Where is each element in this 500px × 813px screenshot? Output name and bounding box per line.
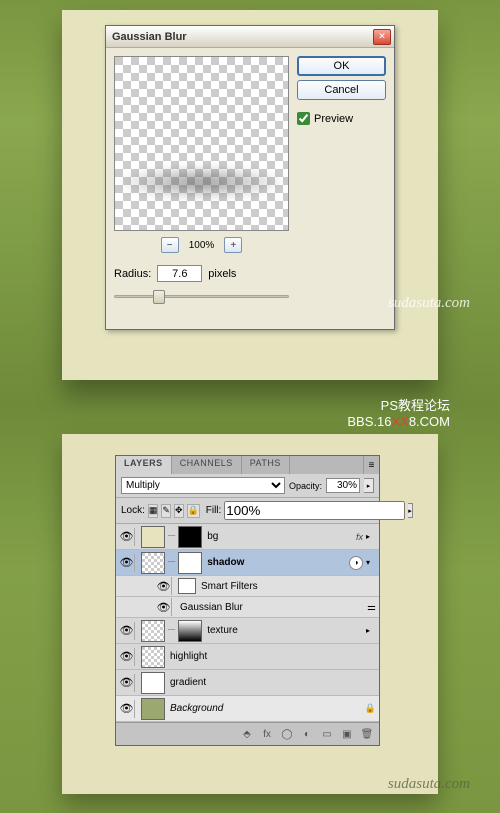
layer-thumb[interactable] <box>141 552 165 574</box>
forum-watermark: PS教程论坛 BBS.16XX8.COM <box>347 395 450 429</box>
zoom-in-button[interactable]: + <box>224 237 242 253</box>
layer-thumb[interactable] <box>141 646 165 668</box>
visibility-icon[interactable]: 👁 <box>119 674 135 692</box>
preview-checkbox[interactable] <box>297 112 310 125</box>
radius-slider[interactable] <box>114 288 289 306</box>
watermark-top: sudasuta.com <box>388 295 470 312</box>
preview-checkbox-row[interactable]: Preview <box>297 112 386 125</box>
lock-position-icon[interactable]: ✥ <box>174 504 184 518</box>
ok-button[interactable]: OK <box>297 56 386 76</box>
link-layers-icon[interactable]: ⬘ <box>238 726 256 742</box>
fx-badge[interactable]: fx <box>356 532 363 542</box>
preview-content <box>115 165 288 200</box>
zoom-out-button[interactable]: − <box>161 237 179 253</box>
tab-layers[interactable]: LAYERS <box>116 456 172 474</box>
tab-channels[interactable]: CHANNELS <box>172 456 242 474</box>
expand-icon[interactable]: ▸ <box>366 626 376 635</box>
radius-label: Radius: <box>114 268 151 280</box>
opacity-input[interactable] <box>326 478 360 493</box>
layer-background[interactable]: 👁 Background 🔒 <box>116 696 379 722</box>
layer-thumb[interactable] <box>141 526 165 548</box>
smart-filters-label: Smart Filters <box>199 581 376 592</box>
tab-paths[interactable]: PATHS <box>242 456 290 474</box>
visibility-icon[interactable]: 👁 <box>119 700 135 718</box>
fill-label: Fill: <box>206 505 222 516</box>
adjustment-icon[interactable]: ◐ <box>298 726 316 742</box>
layer-bg[interactable]: 👁 𝄖 bg fx ▸ <box>116 524 379 550</box>
expand-icon[interactable]: ▸ <box>366 532 376 541</box>
fill-input[interactable] <box>224 501 405 520</box>
blend-mode-select[interactable]: Multiply <box>121 477 285 494</box>
slider-thumb[interactable] <box>153 290 165 304</box>
layer-thumb[interactable] <box>141 620 165 642</box>
mask-thumb[interactable] <box>178 620 202 642</box>
lock-icon: 🔒 <box>365 703 376 714</box>
opacity-label: Opacity: <box>289 481 322 491</box>
radius-input[interactable] <box>157 265 202 282</box>
dialog-titlebar[interactable]: Gaussian Blur ✕ <box>106 26 394 48</box>
opacity-popup[interactable]: ▸ <box>364 478 374 493</box>
layer-name[interactable]: highlight <box>168 651 376 662</box>
lock-paint-icon[interactable]: ✎ <box>161 504 171 518</box>
visibility-icon[interactable]: 👁 <box>119 622 135 640</box>
close-icon[interactable]: ✕ <box>373 29 391 45</box>
group-icon[interactable]: ▭ <box>318 726 336 742</box>
preview-area[interactable] <box>114 56 289 231</box>
filter-mask-thumb[interactable] <box>178 578 196 594</box>
watermark-bottom: sudasuta.com <box>388 776 470 793</box>
visibility-icon[interactable]: 👁 <box>119 528 135 546</box>
visibility-icon[interactable]: 👁 <box>156 577 172 595</box>
layer-name[interactable]: gradient <box>168 677 376 688</box>
lock-transparency-icon[interactable]: ▦ <box>148 504 159 518</box>
trash-icon[interactable]: 🗑 <box>358 726 376 742</box>
layer-list: 👁 𝄖 bg fx ▸ 👁 𝄖 shadow ◑ ▾ 👁 Smart Filte… <box>116 524 379 722</box>
link-icon: 𝄖 <box>168 625 175 636</box>
layer-name[interactable]: shadow <box>205 557 346 568</box>
visibility-icon[interactable]: 👁 <box>156 598 172 616</box>
new-layer-icon[interactable]: ▣ <box>338 726 356 742</box>
link-icon: 𝄖 <box>168 531 175 542</box>
visibility-icon[interactable]: 👁 <box>119 648 135 666</box>
panel-menu-icon[interactable]: ≡ <box>363 456 379 474</box>
zoom-value: 100% <box>189 240 215 251</box>
panel-tabs: LAYERS CHANNELS PATHS ≡ <box>116 456 379 474</box>
visibility-icon[interactable]: 👁 <box>119 554 135 572</box>
lock-label: Lock: <box>121 505 145 516</box>
lock-all-icon[interactable]: 🔒 <box>187 504 200 518</box>
cancel-button[interactable]: Cancel <box>297 80 386 100</box>
filter-name[interactable]: Gaussian Blur <box>178 602 364 613</box>
slider-track <box>114 295 289 298</box>
expand-icon[interactable]: ▾ <box>366 558 376 567</box>
dialog-title: Gaussian Blur <box>112 31 373 43</box>
layer-gradient[interactable]: 👁 gradient <box>116 670 379 696</box>
smart-filters-row[interactable]: 👁 Smart Filters <box>116 576 379 597</box>
layer-name[interactable]: texture <box>205 625 363 636</box>
mask-thumb[interactable] <box>178 552 202 574</box>
filter-options-icon[interactable]: ⚌ <box>367 602 376 613</box>
smart-object-icon[interactable]: ◑ <box>349 556 363 570</box>
layers-panel: LAYERS CHANNELS PATHS ≡ Multiply Opacity… <box>115 455 380 746</box>
layer-thumb[interactable] <box>141 672 165 694</box>
layer-shadow[interactable]: 👁 𝄖 shadow ◑ ▾ <box>116 550 379 576</box>
layer-thumb[interactable] <box>141 698 165 720</box>
smart-filter-gaussian[interactable]: 👁 Gaussian Blur ⚌ <box>116 597 379 618</box>
layer-highlight[interactable]: 👁 highlight <box>116 644 379 670</box>
mask-thumb[interactable] <box>178 526 202 548</box>
fill-popup[interactable]: ▸ <box>408 503 413 518</box>
preview-checkbox-label: Preview <box>314 113 353 125</box>
forum-line1: PS教程论坛 <box>347 395 450 414</box>
layer-name[interactable]: Background <box>168 703 362 714</box>
gaussian-blur-dialog: Gaussian Blur ✕ − 100% + Radius: pixels <box>105 25 395 330</box>
layer-texture[interactable]: 👁 𝄖 texture ▸ <box>116 618 379 644</box>
layer-name[interactable]: bg <box>205 531 353 542</box>
link-icon: 𝄖 <box>168 557 175 568</box>
panel-footer: ⬘ fx ◯ ◐ ▭ ▣ 🗑 <box>116 722 379 745</box>
fx-icon[interactable]: fx <box>258 726 276 742</box>
mask-icon[interactable]: ◯ <box>278 726 296 742</box>
radius-unit: pixels <box>208 268 236 280</box>
